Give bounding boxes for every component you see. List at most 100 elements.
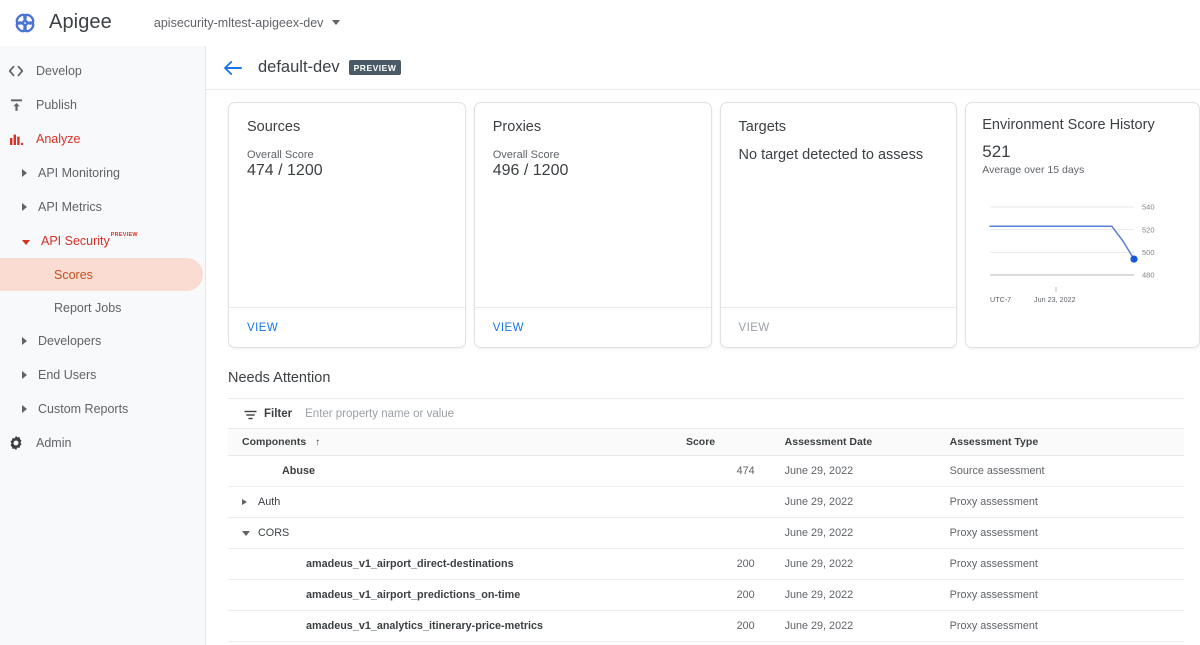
chevron-down-icon <box>22 240 30 245</box>
cell-score: 200 <box>686 642 755 645</box>
sidebar-item-admin[interactable]: Admin <box>0 426 205 460</box>
table-row[interactable]: amadeus_v1_airport_predictions_on-time 20… <box>228 580 1184 611</box>
card-empty-message: No target detected to assess <box>739 145 939 165</box>
column-header-assessment-type[interactable]: Assessment Type <box>921 429 1184 456</box>
component-name: amadeus_v1_airport_predictions_on-time <box>306 589 520 601</box>
cell-assessment-date: June 29, 2022 <box>755 549 921 580</box>
card-sources[interactable]: Sources Overall Score 474 / 1200 VIEW <box>228 102 466 348</box>
bar-chart-icon <box>2 133 30 146</box>
chevron-right-icon <box>22 203 27 211</box>
card-targets[interactable]: Targets No target detected to assess VIE… <box>720 102 958 348</box>
sidebar-item-label: Analyze <box>36 132 80 146</box>
sidebar-item-develop[interactable]: Develop <box>0 54 205 88</box>
card-footer: VIEW <box>475 307 711 347</box>
sidebar-item-api-security[interactable]: API Security PREVIEW <box>0 224 205 258</box>
table-row[interactable]: amadeus_v1_analytics_itinerary-price-met… <box>228 611 1184 642</box>
expand-triangle-icon[interactable] <box>242 499 247 505</box>
arrow-up-icon: ↑ <box>315 437 320 448</box>
column-header-score[interactable]: Score <box>686 429 755 456</box>
table-row[interactable]: Abuse474June 29, 2022Source assessment <box>228 456 1184 487</box>
back-arrow-icon[interactable] <box>222 57 244 79</box>
card-environment-score-history[interactable]: Environment Score History 521 Average ov… <box>965 102 1200 348</box>
sidebar-item-end-users[interactable]: End Users <box>0 358 205 392</box>
sidebar-item-api-monitoring[interactable]: API Monitoring <box>0 156 205 190</box>
column-label: Assessment Type <box>950 436 1039 448</box>
column-header-components[interactable]: Components ↑ <box>228 429 686 456</box>
column-label: Components <box>242 436 306 448</box>
table-row[interactable]: Auth June 29, 2022Proxy assessment <box>228 487 1184 518</box>
cell-assessment-date: June 29, 2022 <box>755 456 921 487</box>
environment-score-line-chart: 540 520 500 480 UTC-7 Jun 23, 2022 <box>982 184 1186 314</box>
column-label: Assessment Date <box>785 436 873 448</box>
cell-score: 200 <box>686 549 755 580</box>
cell-assessment-date: June 29, 2022 <box>755 487 921 518</box>
sidebar-item-publish[interactable]: Publish <box>0 88 205 122</box>
sidebar-item-developers[interactable]: Developers <box>0 324 205 358</box>
publish-upload-icon <box>2 98 30 113</box>
sidebar-item-label: Developers <box>38 334 101 348</box>
view-button: VIEW <box>739 322 770 334</box>
sidebar-item-analyze[interactable]: Analyze <box>0 122 205 156</box>
cell-assessment-type: Proxy assessment <box>921 549 1184 580</box>
apigee-logo-icon <box>12 10 38 36</box>
table-body: Abuse474June 29, 2022Source assessmentAu… <box>228 456 1184 645</box>
sidebar-item-report-jobs[interactable]: Report Jobs <box>0 291 205 324</box>
card-footer: VIEW <box>229 307 465 347</box>
chevron-right-icon <box>22 371 27 379</box>
column-header-assessment-date[interactable]: Assessment Date <box>755 429 921 456</box>
filter-label: Filter <box>264 408 292 420</box>
chevron-right-icon <box>22 405 27 413</box>
cell-component: Auth <box>228 487 686 518</box>
sidebar-item-label: Scores <box>54 268 93 282</box>
card-title: Proxies <box>493 119 693 135</box>
card-title: Sources <box>247 119 447 135</box>
cell-score: 200 <box>686 580 755 611</box>
top-bar: Apigee apisecurity-mltest-apigeex-dev <box>0 0 1200 46</box>
collapse-triangle-icon[interactable] <box>242 531 250 536</box>
cell-component: Abuse <box>228 456 686 487</box>
filter-input[interactable] <box>305 408 705 420</box>
sidebar-item-label: Develop <box>36 64 82 78</box>
table-row[interactable]: amadeus_v1_airport_direct-destinations20… <box>228 549 1184 580</box>
cell-score <box>686 487 755 518</box>
svg-text:500: 500 <box>1142 248 1155 257</box>
svg-text:UTC-7: UTC-7 <box>990 295 1011 304</box>
cell-assessment-date: June 29, 2022 <box>755 642 921 645</box>
cell-component: amadeus_v1_airport_direct-destinations <box>228 549 686 580</box>
card-proxies[interactable]: Proxies Overall Score 496 / 1200 VIEW <box>474 102 712 348</box>
sidebar-item-custom-reports[interactable]: Custom Reports <box>0 392 205 426</box>
org-selector[interactable]: apisecurity-mltest-apigeex-dev <box>154 16 341 30</box>
cell-assessment-type: Proxy assessment <box>921 487 1184 518</box>
preview-badge: PREVIEW <box>111 232 138 238</box>
filter-bar: Filter <box>228 398 1184 429</box>
cell-score: 474 <box>686 456 755 487</box>
cell-assessment-date: June 29, 2022 <box>755 518 921 549</box>
card-footer: VIEW <box>721 307 957 347</box>
table-row[interactable]: amadeus_v1_shopping_availability_flight-… <box>228 642 1184 645</box>
cell-component: amadeus_v1_shopping_availability_flight-… <box>228 642 686 645</box>
card-value: 474 / 1200 <box>247 162 447 180</box>
sidebar-item-api-metrics[interactable]: API Metrics <box>0 190 205 224</box>
card-body: Proxies Overall Score 496 / 1200 <box>475 103 711 307</box>
component-name: Auth <box>258 496 280 508</box>
table-row[interactable]: CORSJune 29, 2022Proxy assessment <box>228 518 1184 549</box>
chart-caption: Average over 15 days <box>982 164 1187 176</box>
view-button[interactable]: VIEW <box>247 322 278 334</box>
sidebar-item-label: API Monitoring <box>38 166 120 180</box>
view-button[interactable]: VIEW <box>493 322 524 334</box>
page-header: default-dev PREVIEW <box>206 46 1200 90</box>
cell-assessment-type: Source assessment <box>921 456 1184 487</box>
chart-score-value: 521 <box>982 142 1187 162</box>
toggle-cell <box>242 531 258 536</box>
needs-attention-title: Needs Attention <box>228 370 1200 386</box>
sidebar-item-scores[interactable]: Scores <box>0 258 203 291</box>
cell-assessment-type: Proxy assessment <box>921 642 1184 645</box>
cell-score: 200 <box>686 611 755 642</box>
card-body: Targets No target detected to assess <box>721 103 957 307</box>
table-header-row: Components ↑ Score Assessment Date Assess… <box>228 429 1184 456</box>
cell-assessment-date: June 29, 2022 <box>755 580 921 611</box>
table-header: Components ↑ Score Assessment Date Assess… <box>228 429 1184 456</box>
card-subtitle: Overall Score <box>247 149 447 161</box>
gear-icon <box>2 435 30 451</box>
filter-icon[interactable] <box>244 408 257 419</box>
